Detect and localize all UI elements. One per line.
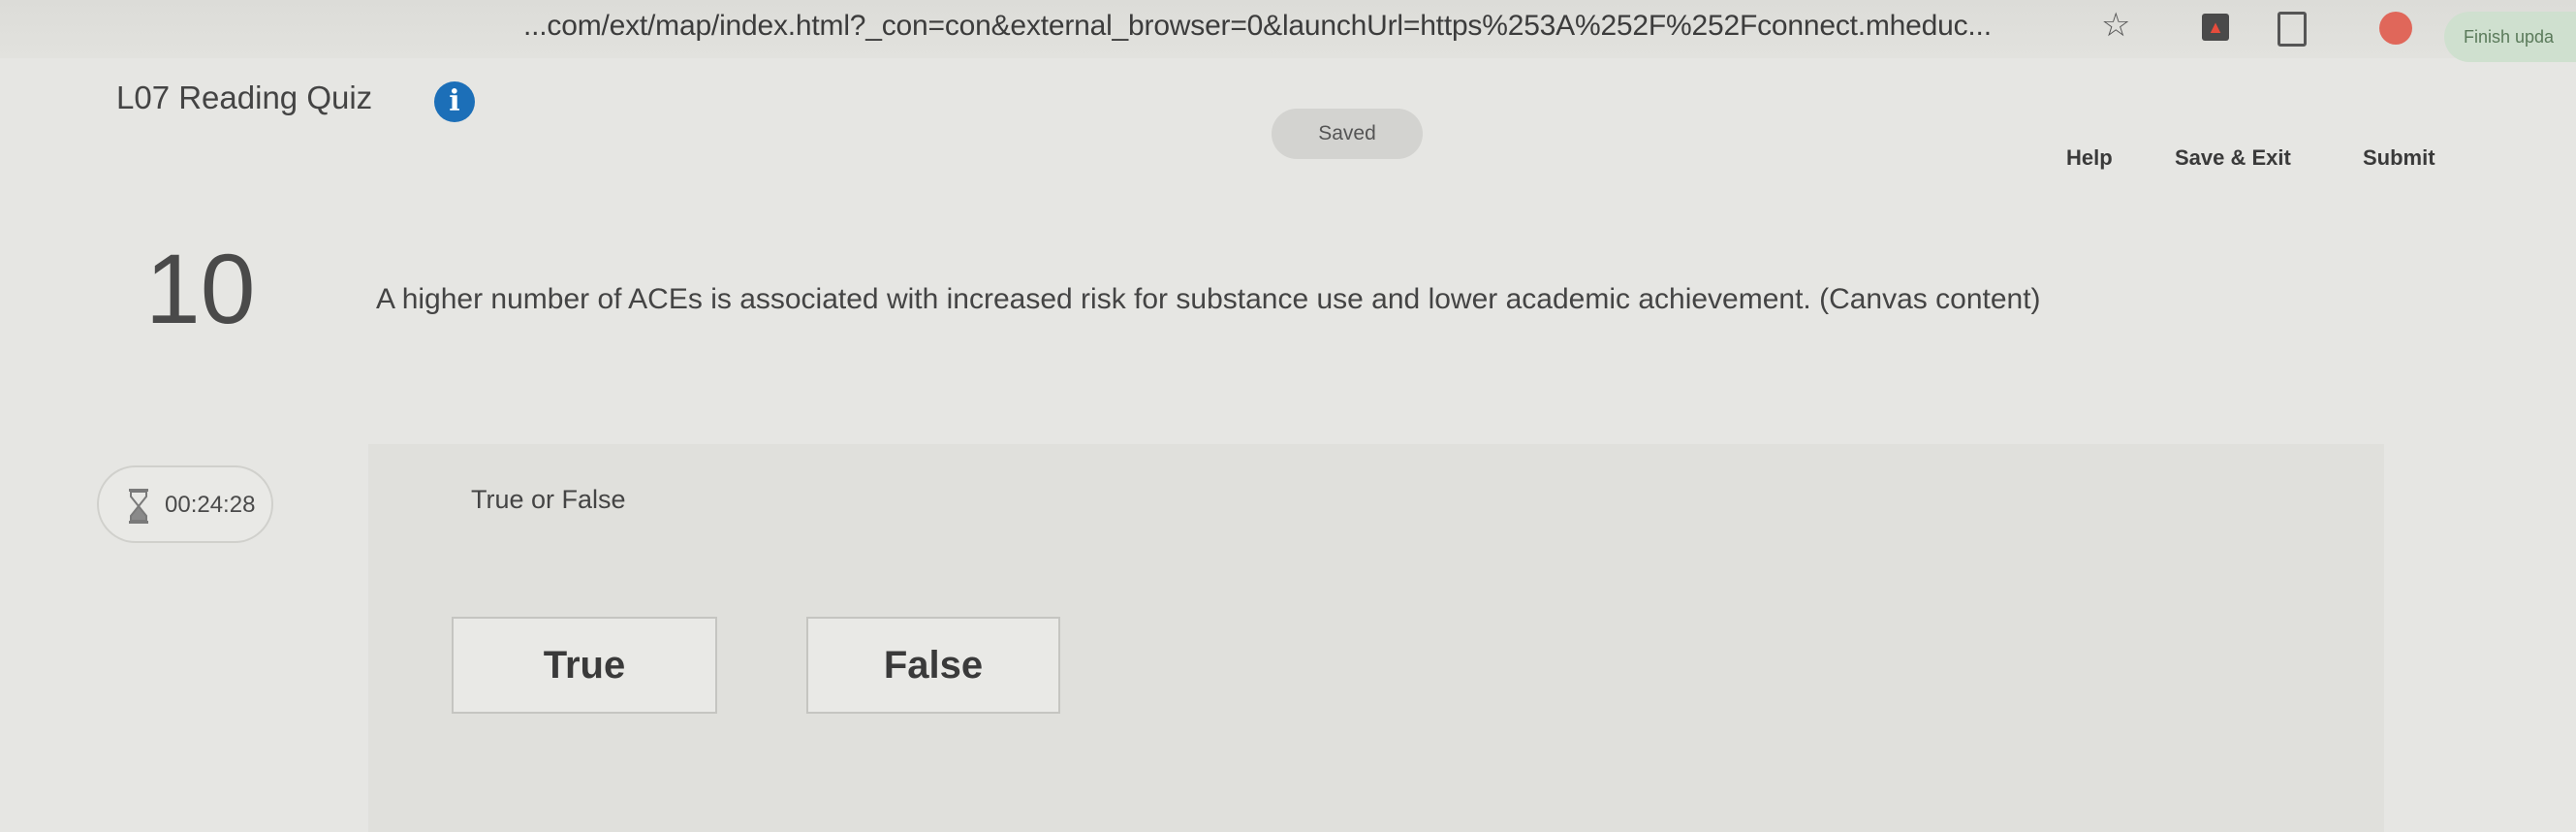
address-bar[interactable]: ...com/ext/map/index.html?_con=con&exter… (523, 10, 1992, 43)
question-text: A higher number of ACEs is associated wi… (376, 283, 2041, 315)
hourglass-icon (129, 489, 148, 524)
finish-update-button[interactable]: Finish upda (2444, 12, 2576, 62)
saved-status-badge: Saved (1272, 109, 1423, 159)
timer[interactable]: 00:24:28 (97, 465, 273, 543)
info-icon[interactable]: i (434, 81, 475, 122)
extension-icon[interactable]: ▲ (2202, 14, 2229, 41)
bookmark-star-icon[interactable]: ☆ (2101, 6, 2130, 45)
profile-avatar-icon[interactable] (2379, 12, 2412, 45)
help-button[interactable]: Help (2066, 145, 2113, 171)
question-number: 10 (145, 234, 256, 344)
answer-true-button[interactable]: True (452, 617, 717, 714)
browser-toolbar: ...com/ext/map/index.html?_con=con&exter… (0, 0, 2576, 62)
extension-puzzle-icon[interactable] (2278, 12, 2307, 47)
answer-false-button[interactable]: False (806, 617, 1060, 714)
timer-value: 00:24:28 (165, 492, 256, 518)
save-exit-button[interactable]: Save & Exit (2175, 145, 2291, 171)
quiz-title: L07 Reading Quiz (116, 80, 373, 115)
question-type-label: True or False (471, 485, 626, 514)
submit-button[interactable]: Submit (2363, 145, 2435, 171)
